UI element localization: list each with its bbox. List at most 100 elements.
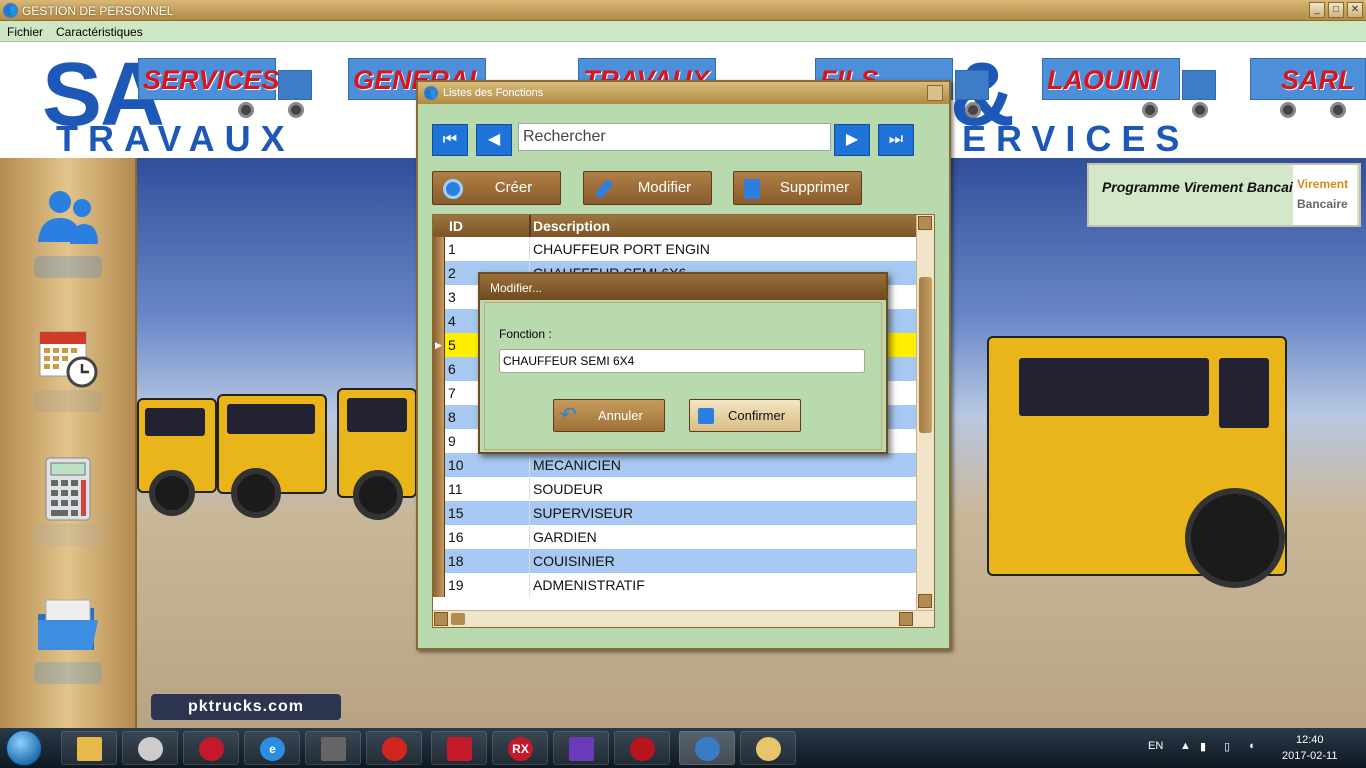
users-icon: [695, 737, 720, 761]
table-row[interactable]: 16 GARDIEN: [433, 525, 917, 549]
close-button[interactable]: ✕: [1347, 2, 1363, 18]
scroll-thumb[interactable]: [919, 277, 932, 433]
vs-icon: [569, 737, 594, 761]
signal-icon[interactable]: ▮: [1200, 740, 1206, 753]
cell-description: MECANICIEN: [533, 457, 621, 473]
row-selector[interactable]: [433, 453, 445, 477]
cell-id: 15: [448, 505, 464, 521]
table-row[interactable]: 19 ADMENISTRATIF: [433, 573, 917, 597]
clock-time[interactable]: 12:40: [1296, 734, 1324, 746]
last-record-button[interactable]: ⏭: [878, 124, 914, 156]
table-row[interactable]: 10 MECANICIEN: [433, 453, 917, 477]
paint-icon: [756, 737, 781, 761]
cell-id: 4: [448, 313, 456, 329]
table-row[interactable]: 1 CHAUFFEUR PORT ENGIN: [433, 237, 917, 261]
cell-id: 8: [448, 409, 456, 425]
scroll-down-arrow[interactable]: [918, 594, 932, 608]
row-selector[interactable]: [433, 429, 445, 453]
row-selector[interactable]: [433, 285, 445, 309]
banner-sub-right: ERVICES: [962, 118, 1190, 158]
horizontal-scrollbar[interactable]: [433, 610, 934, 627]
maximize-button[interactable]: □: [1328, 2, 1344, 18]
taskbar-paint[interactable]: [740, 731, 796, 765]
modifier-dialog: Modifier... Fonction : ↶ Annuler Confirm…: [478, 272, 888, 454]
battery-icon[interactable]: ▯: [1224, 740, 1230, 753]
folder-icon: [77, 737, 102, 761]
row-selector[interactable]: [433, 405, 445, 429]
create-button[interactable]: Créer: [432, 171, 561, 205]
row-selector[interactable]: [433, 381, 445, 405]
taskbar-app-9[interactable]: [553, 731, 609, 765]
clock-date[interactable]: 2017-02-11: [1282, 750, 1337, 762]
scroll-right-arrow[interactable]: [899, 612, 913, 626]
cell-description: GARDIEN: [533, 529, 597, 545]
row-selector[interactable]: [433, 309, 445, 333]
confirmer-button[interactable]: Confirmer: [689, 399, 801, 432]
delete-button[interactable]: Supprimer: [733, 171, 862, 205]
taskbar-gestion-personnel[interactable]: [679, 731, 735, 765]
column-header-id[interactable]: ID: [449, 218, 463, 234]
left-sidebar: [0, 158, 137, 728]
pktrucks-watermark: pktrucks.com: [151, 694, 341, 720]
search-input[interactable]: [518, 123, 831, 151]
row-selector[interactable]: [433, 357, 445, 381]
language-indicator[interactable]: EN: [1148, 740, 1163, 752]
menu-fichier[interactable]: Fichier: [7, 25, 43, 39]
calendar-icon[interactable]: [34, 322, 102, 392]
table-row[interactable]: 15 SUPERVISEUR: [433, 501, 917, 525]
row-selector[interactable]: [433, 237, 445, 261]
row-selector[interactable]: [433, 549, 445, 573]
virement-bancaire-button[interactable]: Programme Virement Bancaire Virement Ban…: [1087, 163, 1361, 227]
fonctions-close-button[interactable]: [927, 85, 943, 101]
tray-expand-icon[interactable]: ▲: [1180, 740, 1191, 752]
table-row[interactable]: 18 COUISINIER: [433, 549, 917, 573]
app-users-icon: 👥: [3, 3, 18, 18]
start-button[interactable]: [6, 730, 42, 766]
fonction-input[interactable]: [499, 349, 865, 373]
modify-button[interactable]: Modifier: [583, 171, 712, 205]
row-selector[interactable]: [433, 573, 445, 597]
taskbar-app-5[interactable]: [305, 731, 361, 765]
employees-icon[interactable]: [34, 184, 102, 254]
row-selector[interactable]: [433, 261, 445, 285]
previous-record-button[interactable]: ◀: [476, 124, 512, 156]
table-row[interactable]: 11 SOUDEUR: [433, 477, 917, 501]
truck-label: SARL: [1281, 65, 1355, 95]
calculator-icon[interactable]: [34, 454, 102, 524]
vertical-scrollbar[interactable]: [916, 215, 934, 611]
row-selector[interactable]: ▶: [433, 333, 445, 357]
cell-id: 2: [448, 265, 456, 281]
row-selector[interactable]: [433, 525, 445, 549]
menu-bar: Fichier Caractéristiques: [0, 21, 1366, 42]
annuler-button[interactable]: ↶ Annuler: [553, 399, 665, 432]
menu-caracteristiques[interactable]: Caractéristiques: [56, 25, 143, 39]
minimize-button[interactable]: _: [1309, 2, 1325, 18]
taskbar-app-rx[interactable]: RX: [492, 731, 548, 765]
cell-id: 16: [448, 529, 464, 545]
column-header-description[interactable]: Description: [533, 218, 610, 234]
title-bar: 👥 GESTION DE PERSONNEL _ □ ✕: [0, 0, 1366, 21]
taskbar-app-3[interactable]: [183, 731, 239, 765]
cell-id: 7: [448, 385, 456, 401]
next-record-button[interactable]: ▶: [834, 124, 870, 156]
volume-icon[interactable]: ◖: [1248, 740, 1255, 752]
scroll-left-arrow[interactable]: [434, 612, 448, 626]
taskbar-app-7[interactable]: [431, 731, 487, 765]
row-selector[interactable]: [433, 477, 445, 501]
hscroll-thumb[interactable]: [451, 613, 465, 625]
folder-icon[interactable]: [34, 590, 102, 660]
bank-icon: [382, 737, 407, 761]
taskbar-app-2[interactable]: [122, 731, 178, 765]
first-record-button[interactable]: ⏮: [432, 124, 468, 156]
row-selector[interactable]: [433, 501, 445, 525]
cell-id: 6: [448, 361, 456, 377]
scroll-up-arrow[interactable]: [918, 216, 932, 230]
taskbar-ie[interactable]: e: [244, 731, 300, 765]
taskbar-app-6[interactable]: [366, 731, 422, 765]
banner-sub-left: TRAVAUX: [56, 118, 295, 158]
taskbar-explorer[interactable]: [61, 731, 117, 765]
taskbar-app-10[interactable]: [614, 731, 670, 765]
truck-label: LAOUINI: [1047, 65, 1158, 95]
virement-logo-icon: Virement Bancaire: [1293, 165, 1357, 225]
undo-arrow-icon: ↶: [560, 404, 577, 426]
